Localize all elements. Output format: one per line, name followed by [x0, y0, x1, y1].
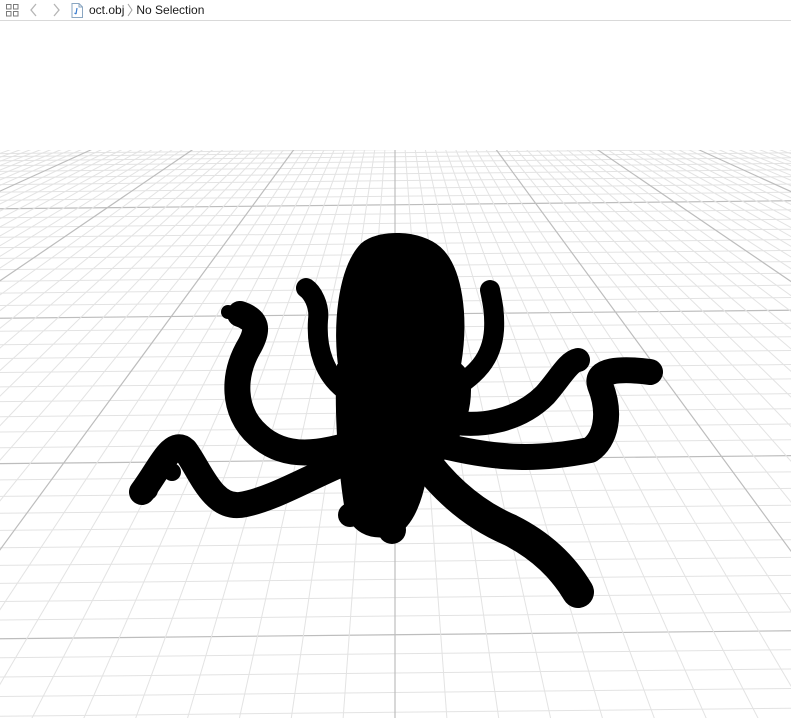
related-items-grid-icon[interactable] — [1, 0, 23, 21]
grid-line — [0, 147, 196, 282]
grid-line — [674, 147, 791, 205]
grid-line — [684, 147, 791, 199]
grid-line — [83, 147, 336, 718]
grid-line — [0, 147, 176, 257]
grid-line — [664, 147, 791, 213]
grid-line — [0, 147, 166, 247]
grid-line — [0, 147, 186, 269]
grid-line — [704, 147, 791, 187]
breadcrumb-chevron-icon — [127, 3, 133, 17]
chevron-left-icon — [30, 3, 37, 17]
grid-line — [0, 147, 146, 228]
grid-line — [0, 147, 96, 192]
grid-line — [0, 147, 46, 167]
scene-viewport[interactable] — [0, 22, 791, 718]
grid-line — [774, 147, 791, 155]
grid-line — [0, 147, 126, 212]
grid-line — [0, 147, 276, 461]
grid-line — [0, 147, 16, 154]
breadcrumb-selection[interactable]: No Selection — [136, 0, 204, 21]
grid-line — [31, 147, 326, 718]
grid-line — [0, 147, 226, 329]
scene-canvas[interactable] — [0, 22, 791, 718]
breadcrumb-file[interactable]: oct.obj — [89, 0, 124, 21]
grid-line — [744, 147, 791, 167]
grid-line — [0, 147, 86, 186]
obj-file-icon — [71, 2, 85, 18]
sky-area — [0, 22, 791, 150]
jump-bar: oct.obj No Selection — [0, 0, 791, 21]
chevron-right-icon — [53, 3, 60, 17]
grid-line — [734, 147, 791, 171]
grid-line — [0, 147, 256, 397]
grid-line — [0, 147, 56, 171]
grid-line — [694, 147, 791, 193]
grid-line — [0, 147, 116, 205]
back-button[interactable] — [23, 0, 45, 21]
grid-line — [0, 147, 266, 427]
forward-button[interactable] — [45, 0, 67, 21]
